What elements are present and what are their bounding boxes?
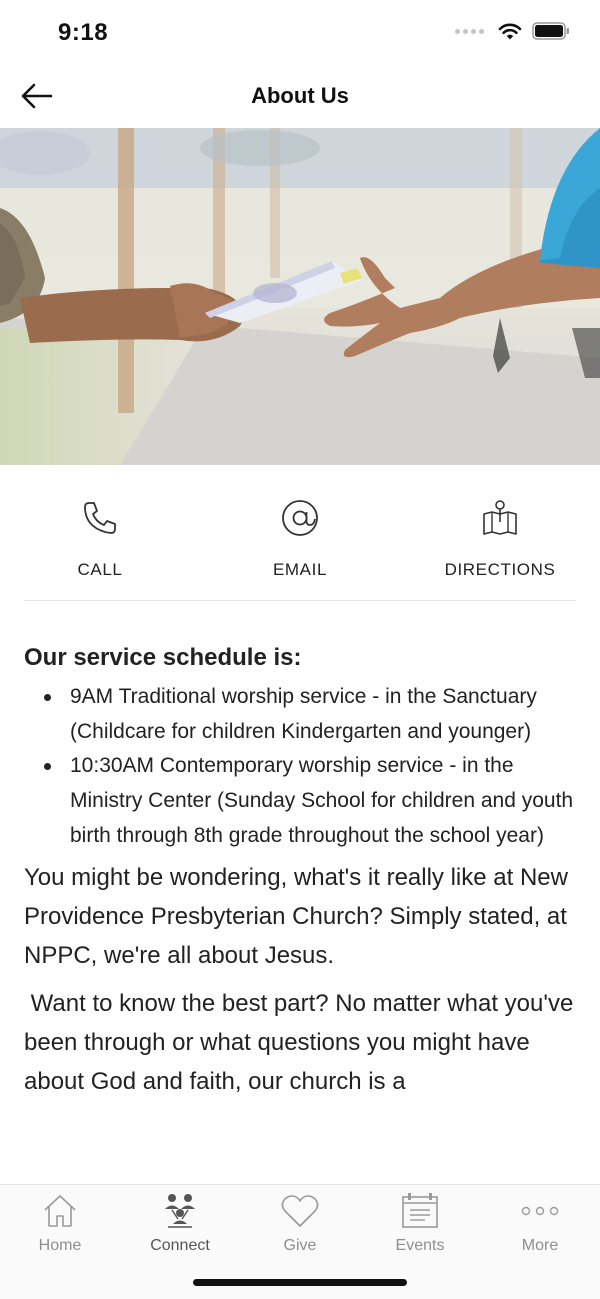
action-row: CALL EMAIL DIRECTIONS: [0, 466, 600, 601]
nav-bar: About Us: [0, 66, 600, 128]
schedule-list: 9AM Traditional worship service - in the…: [24, 680, 576, 854]
directions-label: DIRECTIONS: [444, 560, 556, 579]
battery-icon: [532, 22, 569, 40]
cellular-signal-icon: [455, 28, 484, 34]
about-content: Our service schedule is: 9AM Traditional…: [24, 644, 576, 1182]
body-paragraph: Want to know the best part? No matter wh…: [24, 989, 574, 1095]
email-button[interactable]: EMAIL: [220, 496, 380, 580]
status-bar: 9:18: [0, 0, 600, 66]
page-title: About Us: [251, 83, 349, 108]
tab-give-label: Give: [283, 1237, 317, 1254]
calendar-icon: [360, 1191, 480, 1231]
phone-icon: [20, 496, 180, 540]
schedule-item: 9AM Traditional worship service - in the…: [24, 680, 576, 749]
schedule-item: 10:30AM Contemporary worship service - i…: [24, 749, 576, 853]
directions-button[interactable]: DIRECTIONS: [420, 496, 580, 580]
tab-more-label: More: [521, 1237, 559, 1254]
call-label: CALL: [77, 560, 123, 579]
divider: [24, 600, 576, 601]
tab-events-label: Events: [395, 1237, 445, 1254]
home-icon: [0, 1191, 120, 1231]
hero-image: [0, 128, 600, 465]
status-icons: [455, 22, 570, 40]
heart-icon: [240, 1191, 360, 1231]
people-icon: [120, 1191, 240, 1231]
at-icon: [220, 496, 380, 540]
home-indicator: [193, 1279, 407, 1286]
tab-connect-label: Connect: [150, 1237, 210, 1254]
tab-home-label: Home: [38, 1237, 82, 1254]
map-pin-icon: [420, 496, 580, 540]
tab-give[interactable]: Give: [240, 1191, 360, 1255]
call-button[interactable]: CALL: [20, 496, 180, 580]
schedule-heading: Our service schedule is:: [24, 644, 302, 671]
tab-events[interactable]: Events: [360, 1191, 480, 1255]
tab-home[interactable]: Home: [0, 1191, 120, 1255]
tab-connect[interactable]: Connect: [120, 1191, 240, 1255]
intro-paragraph: You might be wondering, what's it really…: [24, 863, 568, 969]
wifi-icon: [498, 23, 522, 40]
status-time: 9:18: [58, 19, 109, 46]
email-label: EMAIL: [272, 560, 328, 579]
more-dots-icon: [480, 1191, 600, 1231]
tab-more[interactable]: More: [480, 1191, 600, 1255]
